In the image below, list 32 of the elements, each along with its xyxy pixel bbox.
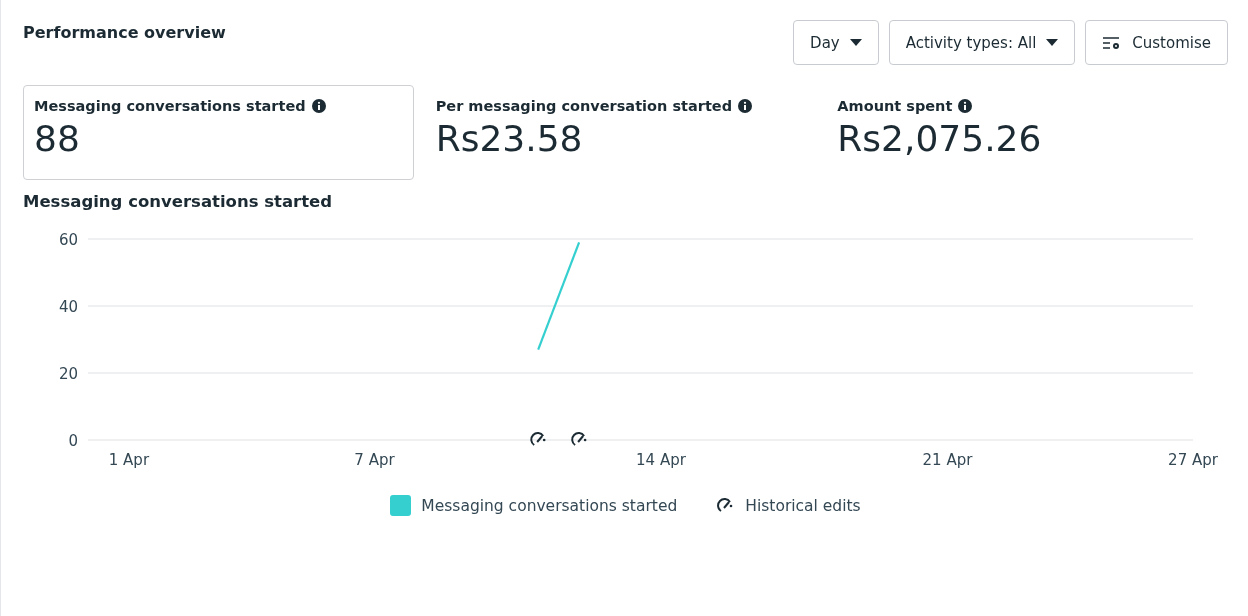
legend-label: Messaging conversations started [421, 496, 678, 515]
dropdown-button[interactable]: Activity types: All [888, 20, 1076, 65]
x-tick-label: 7 Apr [354, 451, 395, 469]
customise-button[interactable]: Customise [1085, 20, 1228, 65]
legend-label: Historical edits [745, 496, 861, 515]
y-tick-label: 20 [58, 365, 78, 383]
y-tick-label: 60 [58, 231, 78, 249]
metric-card[interactable]: Amount spent Rs2,075.26 [826, 85, 1217, 180]
gauge-icon[interactable] [530, 432, 546, 446]
metric-value: Rs2,075.26 [837, 118, 1043, 159]
metric-value: 88 [34, 118, 81, 159]
y-tick-label: 40 [58, 298, 78, 316]
metric-label: Per messaging conversation started [435, 98, 733, 114]
x-tick-label: 27 Apr [1168, 451, 1218, 469]
y-tick-label: 0 [68, 432, 78, 450]
metric-value: Rs23.58 [435, 118, 584, 159]
caret-icon [849, 38, 862, 47]
x-tick-label: 21 Apr [922, 451, 973, 469]
metric-label: Messaging conversations started [34, 98, 306, 114]
x-tick-label: 14 Apr [636, 451, 686, 469]
chart-heading: Messaging conversations started [23, 192, 334, 211]
dropdown-button[interactable]: Day [793, 20, 879, 65]
info-icon [311, 99, 326, 113]
info-icon [738, 99, 753, 113]
metric-card[interactable]: Messaging conversations started 88 [23, 85, 414, 180]
x-tick-label: 1 Apr [108, 451, 150, 469]
metric-card[interactable]: Per messaging conversation started Rs23.58 [424, 85, 816, 180]
panel-title: Performance overview [23, 23, 226, 42]
caret-icon [1046, 38, 1059, 47]
info-icon [958, 99, 973, 113]
metric-label: Amount spent [837, 98, 953, 114]
gauge-icon[interactable] [571, 432, 587, 446]
